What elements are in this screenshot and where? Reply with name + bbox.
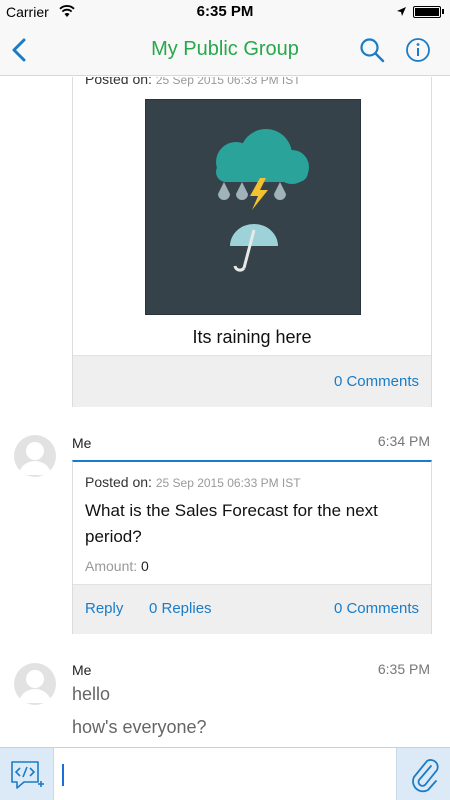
info-icon[interactable]	[404, 36, 432, 64]
location-arrow-icon	[397, 7, 406, 16]
message-input[interactable]	[55, 748, 396, 800]
amount-value: 0	[141, 558, 149, 574]
comments-link[interactable]: 0 Comments	[334, 373, 419, 390]
post-time: 6:35 PM	[377, 661, 430, 677]
post-author: Me	[72, 435, 92, 451]
amount-row: Amount: 0	[85, 558, 149, 574]
umbrella-icon	[230, 224, 278, 272]
search-icon[interactable]	[358, 36, 386, 64]
battery-cap	[442, 9, 444, 14]
question-text: What is the Sales Forecast for the next …	[85, 501, 378, 546]
back-chevron-icon[interactable]	[8, 36, 34, 64]
code-snippet-button[interactable]	[0, 748, 54, 800]
post-card-question: Posted on: 25 Sep 2015 06:33 PM IST What…	[72, 460, 432, 634]
attach-button[interactable]	[396, 748, 450, 800]
text-caret	[62, 764, 64, 786]
post-caption: Its raining here	[192, 327, 312, 347]
paperclip-icon	[412, 759, 439, 793]
amount-label: Amount:	[85, 558, 138, 574]
comments-link[interactable]: 0 Comments	[334, 600, 419, 617]
status-time: 6:35 PM	[196, 3, 254, 20]
chat-message: hello	[72, 684, 111, 704]
user-silhouette-icon	[19, 442, 51, 475]
post-meta: Posted on: 25 Sep 2015 06:33 PM IST	[85, 77, 301, 87]
post-footer: Reply 0 Replies 0 Comments	[73, 584, 431, 634]
post-author: Me	[72, 662, 92, 678]
status-bar: Carrier 6:35 PM	[0, 0, 450, 24]
message-feed[interactable]: Posted on: 25 Sep 2015 06:33 PM IST Its …	[0, 77, 450, 747]
page-title: My Public Group	[151, 38, 299, 60]
post-meta: Posted on: 25 Sep 2015 06:33 PM IST	[85, 474, 301, 490]
code-snippet-icon	[11, 761, 44, 789]
avatar	[14, 435, 56, 477]
battery-icon	[413, 6, 441, 18]
battery-level	[415, 8, 439, 16]
nav-bar: My Public Group	[0, 24, 450, 76]
replies-link[interactable]: 0 Replies	[149, 600, 212, 617]
post-date: 25 Sep 2015 06:33 PM IST	[155, 476, 301, 490]
post-card-image: Posted on: 25 Sep 2015 06:33 PM IST Its …	[72, 77, 432, 407]
reply-link[interactable]: Reply	[85, 600, 123, 617]
posted-on-label: Posted on:	[85, 77, 152, 87]
post-footer: 0 Comments	[73, 355, 431, 407]
posted-on-label: Posted on:	[85, 474, 152, 490]
user-silhouette-icon	[19, 670, 51, 703]
chat-message: how's everyone?	[72, 717, 207, 737]
composer-bar	[0, 747, 450, 800]
avatar	[14, 663, 56, 705]
post-date: 25 Sep 2015 06:33 PM IST	[155, 77, 301, 87]
post-image[interactable]	[145, 99, 361, 315]
post-time: 6:34 PM	[377, 433, 430, 449]
